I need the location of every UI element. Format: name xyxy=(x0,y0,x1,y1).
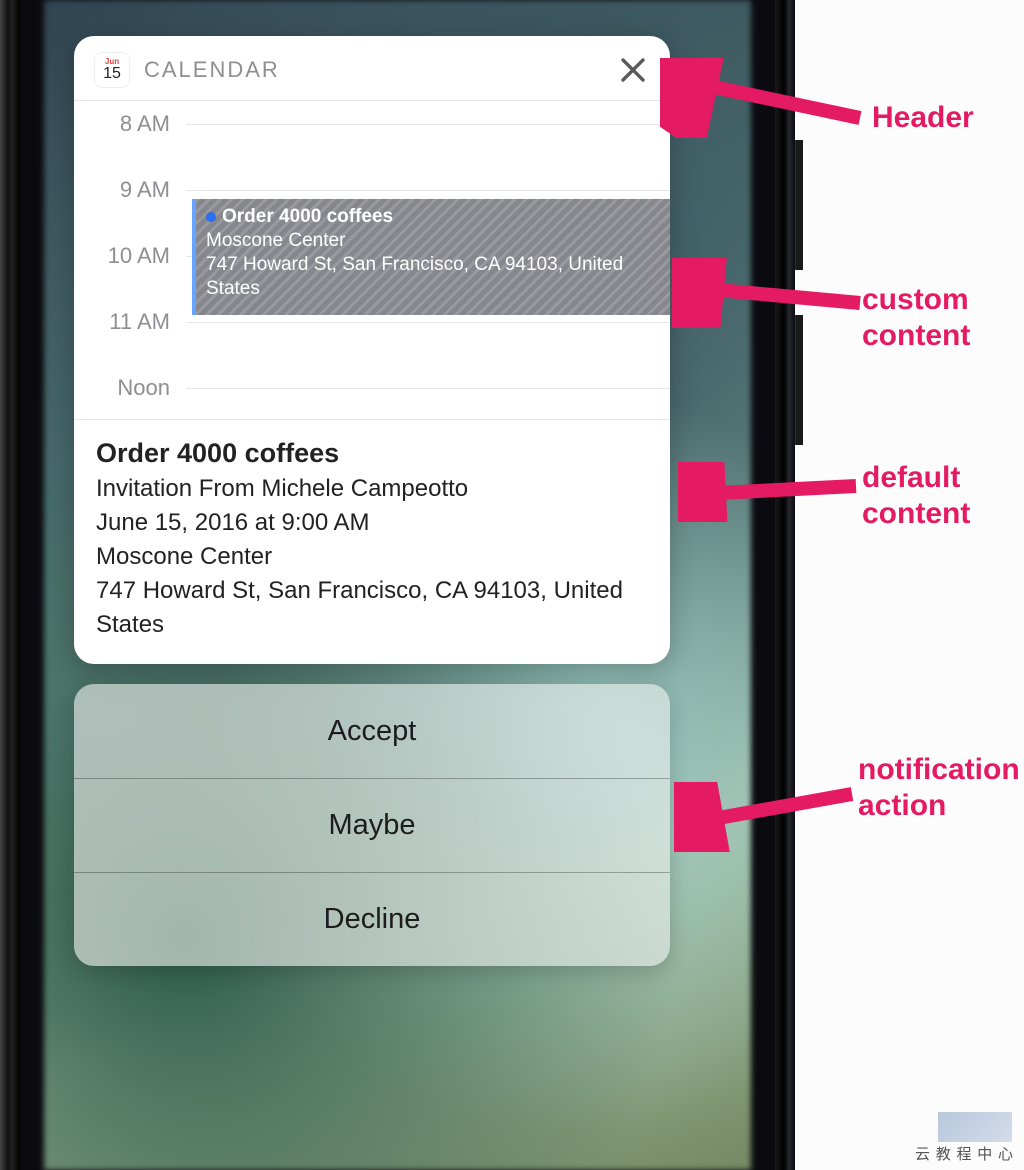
hour-divider xyxy=(186,124,670,125)
hour-row: 11 AM xyxy=(74,311,670,377)
hour-label: 9 AM xyxy=(74,179,186,201)
close-icon xyxy=(618,72,648,89)
invitation-from-label: Invitation From Michele Campeotto xyxy=(96,472,648,506)
event-datetime: June 15, 2016 at 9:00 AM xyxy=(96,506,648,540)
calendar-app-icon: Jun 15 xyxy=(94,52,130,88)
hour-label: 8 AM xyxy=(74,113,186,135)
hour-divider xyxy=(186,388,670,389)
watermark-text: 云 教 程 中 心 xyxy=(915,1143,1014,1164)
event-location: Moscone Center xyxy=(96,540,648,574)
notification-default-content: Order 4000 coffees Invitation From Miche… xyxy=(74,419,670,664)
calendar-event[interactable]: Order 4000 coffees Moscone Center 747 Ho… xyxy=(192,199,670,315)
decline-button[interactable]: Decline xyxy=(74,872,670,966)
event-title: Order 4000 coffees xyxy=(222,206,393,227)
notification-actions: Accept Maybe Decline xyxy=(74,684,670,966)
annotation-custom: custom content xyxy=(862,282,1024,354)
calendar-timeline[interactable]: 8 AM 9 AM 10 AM 11 AM Noon Order 4000 co… xyxy=(74,101,670,419)
hour-label: 11 AM xyxy=(74,311,186,333)
annotation-header: Header xyxy=(872,100,974,136)
event-dot-icon xyxy=(206,212,216,222)
hour-row: 8 AM xyxy=(74,113,670,179)
event-location: Moscone Center xyxy=(206,230,345,251)
annotation-custom-label: custom content xyxy=(862,283,970,352)
volume-button xyxy=(795,140,803,270)
annotation-action-label: notification action xyxy=(858,753,1020,822)
accept-button[interactable]: Accept xyxy=(74,684,670,778)
phone-edge-right xyxy=(775,0,795,1170)
event-address: 747 Howard St, San Francisco, CA 94103, … xyxy=(96,574,648,642)
volume-button xyxy=(795,315,803,445)
maybe-button[interactable]: Maybe xyxy=(74,778,670,872)
event-address: 747 Howard St, San Francisco, CA 94103, … xyxy=(206,254,623,299)
hour-label: 10 AM xyxy=(74,245,186,267)
phone-edge-left xyxy=(0,0,20,1170)
event-title: Order 4000 coffees xyxy=(96,436,648,470)
hour-divider xyxy=(186,322,670,323)
hour-divider xyxy=(186,190,670,191)
app-name-label: CALENDAR xyxy=(144,57,618,83)
hour-label: Noon xyxy=(74,377,186,399)
annotation-default-label: default content xyxy=(862,461,970,530)
annotation-default: default content xyxy=(862,460,1024,532)
watermark-graphic xyxy=(938,1112,1012,1142)
hour-row: Noon xyxy=(74,377,670,407)
notification-card: Jun 15 CALENDAR 8 AM 9 AM 10 AM xyxy=(74,36,670,664)
icon-day-label: 15 xyxy=(103,66,121,82)
annotation-action: notification action xyxy=(858,752,1024,824)
phone-frame: Jun 15 CALENDAR 8 AM 9 AM 10 AM xyxy=(0,0,795,1170)
notification-header: Jun 15 CALENDAR xyxy=(74,36,670,101)
close-button[interactable] xyxy=(618,55,648,85)
